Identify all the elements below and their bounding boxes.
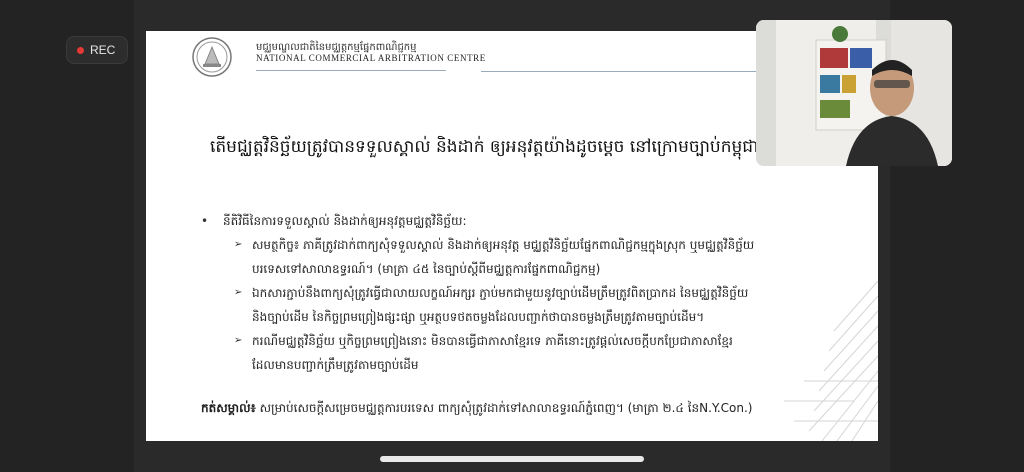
note-label: កត់សម្គាល់៖ [201, 401, 256, 415]
list-item: ➢ ករណីមជ្ឈត្តវិនិច្ឆ័យ ឬកិច្ចព្រមព្រៀងនោ… [234, 329, 841, 377]
left-panel [0, 0, 134, 472]
note-text: សម្រាប់សេចក្តីសម្រេចមជ្ឈត្តការបរទេស ពាក្… [255, 401, 753, 415]
list-item-line: ឯកសារភ្ជាប់នឹងពាក្យសុំត្រូវធ្វើជាលាយលក្ខ… [252, 286, 749, 300]
list-item: ➢ ឯកសារភ្ជាប់នឹងពាក្យសុំត្រូវធ្វើជាលាយលក… [234, 281, 841, 329]
participant-video-tile[interactable] [756, 20, 952, 166]
list-item-line: ករណីមជ្ឈត្តវិនិច្ឆ័យ ឬកិច្ចព្រមព្រៀងនោះ … [252, 334, 733, 348]
slide-body: • នីតិវិធីនៃការទទួលស្គាល់ និងដាក់ឲ្យអនុវ… [201, 209, 841, 377]
recording-indicator[interactable]: REC [66, 36, 128, 64]
record-dot-icon [77, 46, 84, 54]
main-bullet-text: នីតិវិធីនៃការទទួលស្គាល់ និងដាក់ឲ្យអនុវត្… [223, 214, 467, 228]
org-name-english: NATIONAL COMMERCIAL ARBITRATION CENTRE [256, 53, 486, 63]
header-divider-right [481, 71, 761, 72]
sub-bullet-list: ➢ សមត្ថកិច្ច៖ ភាគីត្រូវដាក់ពាក្យសុំទទួលស… [234, 233, 841, 377]
screen-share-handle[interactable] [380, 456, 644, 462]
arrow-bullet-icon: ➢ [234, 239, 243, 250]
list-item: ➢ សមត្ថកិច្ច៖ ភាគីត្រូវដាក់ពាក្យសុំទទួលស… [234, 233, 841, 281]
bullet-dot-icon: • [201, 214, 209, 228]
list-item-line: សមត្ថកិច្ច៖ ភាគីត្រូវដាក់ពាក្យសុំទទួលស្គ… [252, 238, 755, 252]
slide-title: តើមជ្ឈត្តវិនិច្ឆ័យត្រូវបានទទួលស្គាល់ និង… [210, 137, 768, 157]
main-bullet: • នីតិវិធីនៃការទទួលស្គាល់ និងដាក់ឲ្យអនុវ… [201, 209, 841, 233]
arrow-bullet-icon: ➢ [234, 287, 243, 298]
list-item-line: និងច្បាប់ដើម នៃកិច្ចព្រមព្រៀងផ្សះផ្សា ឬអ… [252, 310, 705, 324]
arrow-bullet-icon: ➢ [234, 335, 243, 346]
list-item-line: ដែលមានបញ្ជាក់ត្រឹមត្រូវតាមច្បាប់ដើម [252, 358, 419, 372]
header-divider [256, 70, 446, 71]
decorative-lines-icon [784, 280, 878, 441]
recording-label: REC [90, 43, 116, 57]
list-item-line: បរទេសទៅសាលាឧទ្ធរណ៍។ (មាត្រា ៤៥ នៃច្បាប់ស… [252, 262, 601, 276]
arbitration-centre-logo-icon [192, 37, 232, 77]
slide-note: កត់សម្គាល់៖ សម្រាប់សេចក្តីសម្រេចមជ្ឈត្តក… [201, 400, 752, 418]
